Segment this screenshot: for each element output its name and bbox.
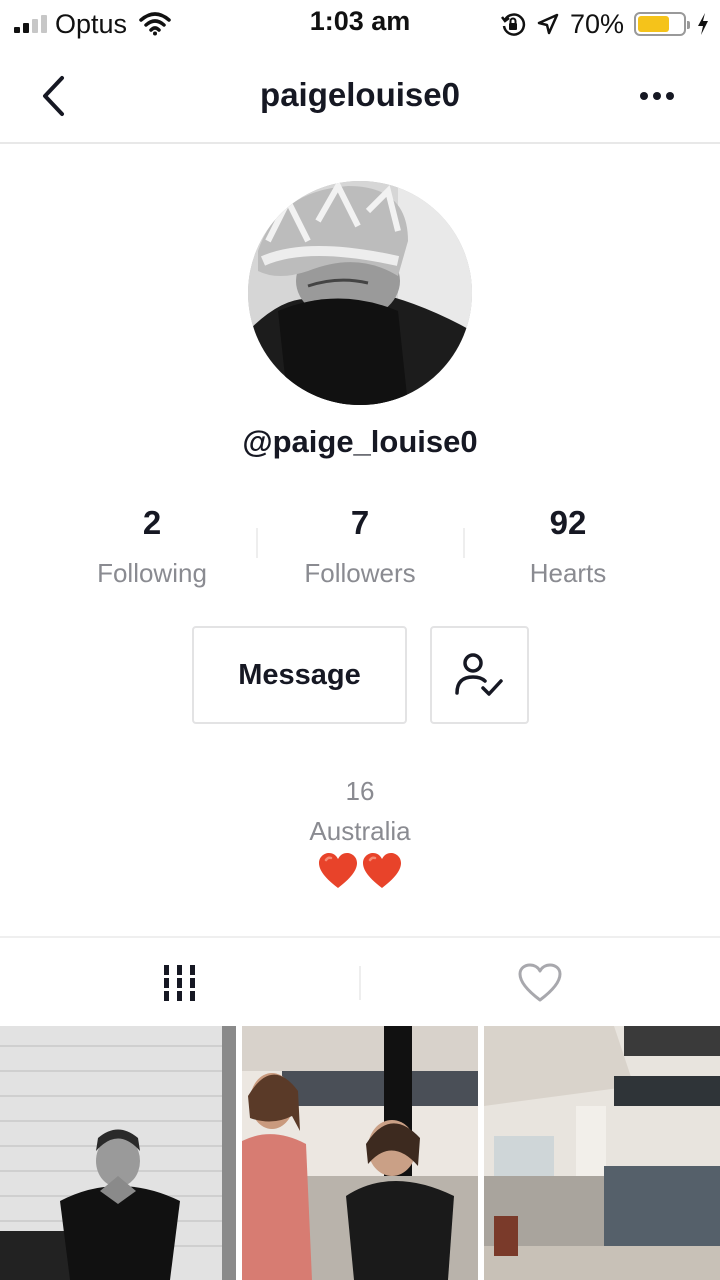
content-tabs (0, 936, 720, 1026)
more-dot (653, 92, 661, 100)
stat-divider (463, 528, 465, 558)
heart-icon (363, 853, 401, 888)
stat-hearts: 92 Hearts (464, 500, 672, 600)
stat-following[interactable]: 2 Following (48, 500, 256, 600)
hearts-label: Hearts (529, 558, 607, 588)
followers-label: Followers (304, 558, 416, 588)
avatar-photo (248, 181, 472, 405)
following-count: 2 (142, 504, 162, 541)
heart-icon (319, 853, 357, 888)
bio-location: Australia (309, 816, 411, 846)
battery-level-fill (638, 16, 669, 32)
battery-icon (634, 12, 690, 36)
user-check-icon (454, 653, 503, 696)
location-arrow-icon (537, 13, 559, 35)
heart-outline-icon (518, 963, 562, 1002)
status-right: 70% (500, 8, 710, 40)
more-dot (640, 92, 648, 100)
profile-stats: 2 Following 7 Followers 92 Hearts (48, 500, 672, 600)
username-handle: @paige_louise0 (242, 424, 478, 459)
stat-divider (256, 528, 258, 558)
following-label: Following (97, 558, 207, 588)
hearts-count: 92 (549, 504, 587, 541)
tab-videos[interactable] (0, 938, 360, 1028)
video-thumbnail-image (484, 1026, 720, 1280)
video-thumbnail-image (0, 1026, 236, 1280)
more-dot (666, 92, 674, 100)
grid-bars-icon (164, 965, 195, 1001)
status-bar: Optus 1:03 am 70% (0, 0, 720, 48)
charging-bolt-icon (698, 13, 708, 35)
bio-age: 16 (345, 776, 375, 806)
video-thumbnail[interactable] (242, 1026, 478, 1280)
video-thumbnail[interactable] (484, 1026, 720, 1280)
video-grid (0, 1026, 720, 1280)
bio-emoji (0, 852, 720, 890)
video-thumbnail[interactable] (0, 1026, 236, 1280)
followers-count: 7 (350, 504, 370, 541)
more-options-button[interactable] (632, 78, 682, 114)
stat-followers[interactable]: 7 Followers (256, 500, 464, 600)
battery-percent: 70% (569, 8, 624, 39)
page-title: paigelouise0 (260, 76, 460, 113)
following-status-button[interactable] (430, 626, 529, 724)
message-button[interactable]: Message (192, 626, 407, 724)
tab-liked[interactable] (360, 938, 720, 1028)
profile-header: paigelouise0 (0, 48, 720, 144)
video-thumbnail-image (242, 1026, 478, 1280)
avatar[interactable] (248, 181, 472, 405)
rotation-lock-icon (500, 13, 526, 36)
